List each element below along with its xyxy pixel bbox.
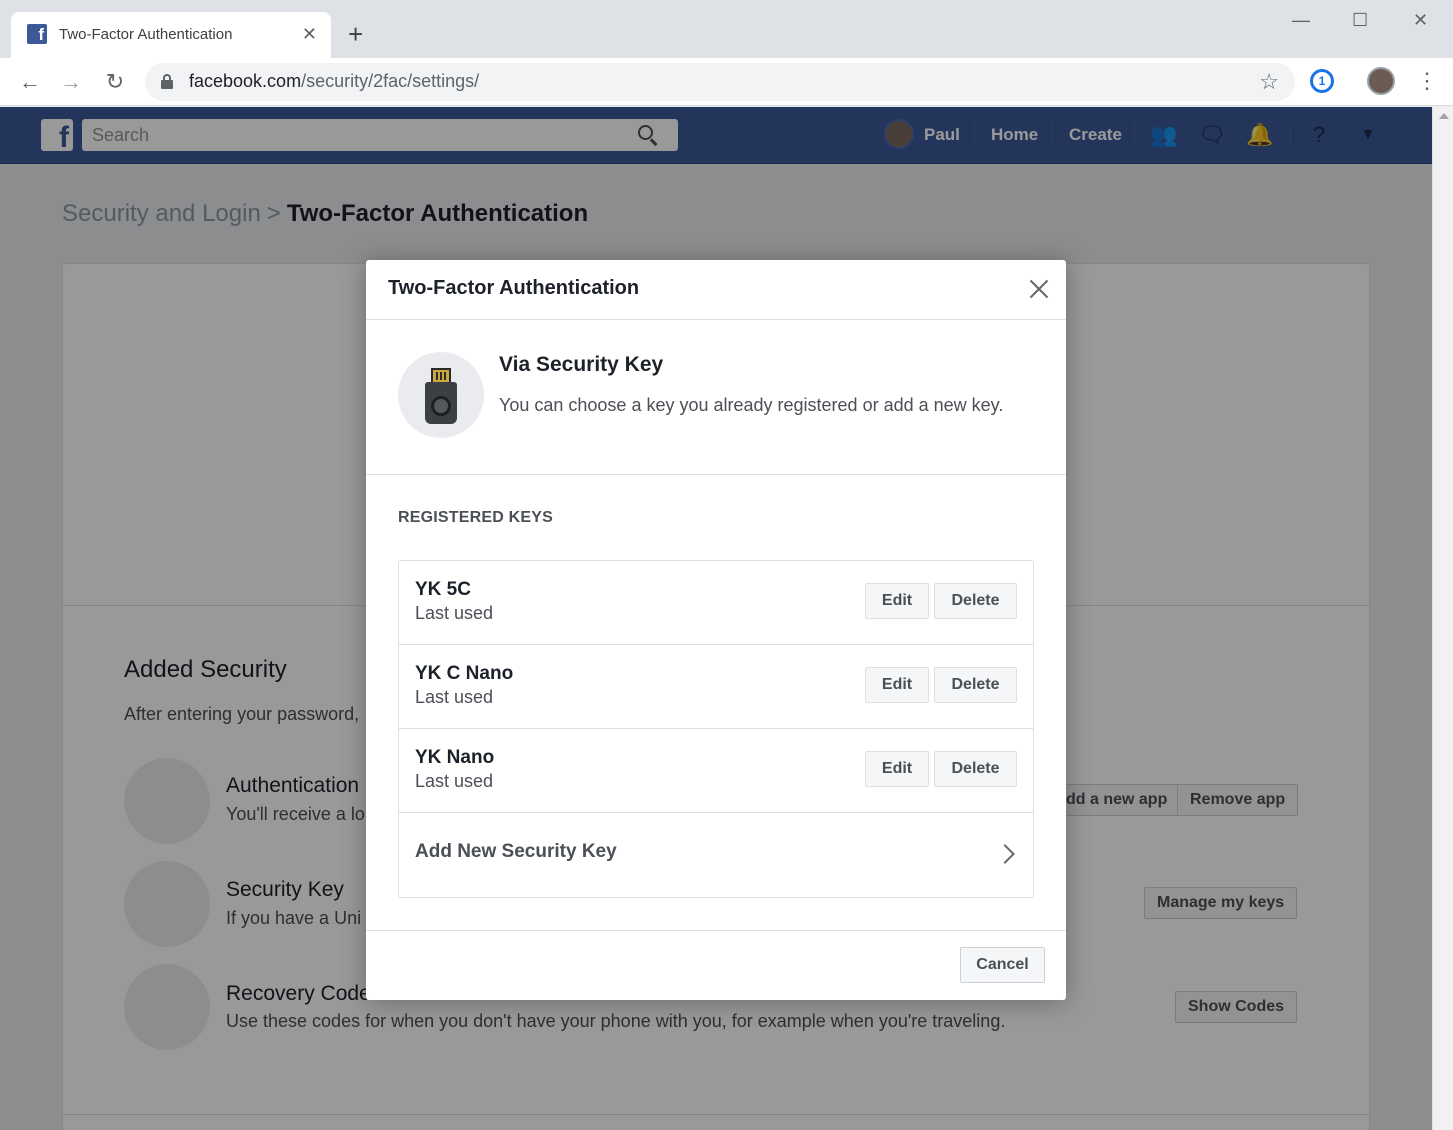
- edit-key-button[interactable]: Edit: [865, 667, 929, 703]
- delete-key-button[interactable]: Delete: [934, 751, 1017, 787]
- window-close-button[interactable]: ✕: [1413, 10, 1428, 31]
- cancel-button[interactable]: Cancel: [960, 947, 1045, 983]
- profile-avatar[interactable]: [1367, 67, 1395, 95]
- key-last-used: Last used: [415, 771, 494, 791]
- bookmark-star-icon[interactable]: ☆: [1259, 69, 1279, 95]
- browser-tab[interactable]: f Two-Factor Authentication ✕: [11, 12, 331, 58]
- password-manager-extension-icon[interactable]: 1: [1310, 69, 1334, 93]
- back-arrow-icon[interactable]: ←: [16, 68, 44, 96]
- registered-keys-label: REGISTERED KEYS: [398, 509, 554, 526]
- key-last-used: Last used: [415, 687, 494, 707]
- list-item: YK 5C Last used Edit Delete: [399, 561, 1033, 645]
- tab-title: Two-Factor Authentication: [59, 26, 233, 43]
- browser-menu-icon[interactable]: ⋮: [1416, 68, 1438, 94]
- list-item: YK C Nano Last used Edit Delete: [399, 645, 1033, 729]
- edit-key-button[interactable]: Edit: [865, 751, 929, 787]
- forward-arrow-icon[interactable]: →: [57, 68, 85, 96]
- window-maximize-button[interactable]: ☐: [1352, 10, 1368, 31]
- dialog-divider: [366, 474, 1066, 475]
- tab-close-icon[interactable]: ✕: [302, 24, 317, 44]
- key-name: YK 5C: [415, 579, 471, 600]
- chevron-right-icon: [995, 844, 1015, 864]
- key-name: YK C Nano: [415, 663, 514, 684]
- facebook-favicon-icon: f: [27, 24, 47, 44]
- page-scrollbar[interactable]: [1432, 107, 1453, 1130]
- delete-key-button[interactable]: Delete: [934, 583, 1017, 619]
- list-item: YK Nano Last used Edit Delete: [399, 729, 1033, 813]
- edit-key-button[interactable]: Edit: [865, 583, 929, 619]
- dialog-header: Two-Factor Authentication: [366, 260, 1066, 320]
- via-security-key-description: You can choose a key you already registe…: [499, 395, 1004, 415]
- browser-toolbar: ← → ↻ facebook.com/security/2fac/setting…: [0, 58, 1453, 106]
- browser-tab-strip: f Two-Factor Authentication ✕ + — ☐ ✕: [0, 0, 1453, 58]
- security-key-icon: [398, 352, 484, 438]
- key-name: YK Nano: [415, 747, 495, 768]
- add-security-key-label: Add New Security Key: [415, 841, 617, 862]
- delete-key-button[interactable]: Delete: [934, 667, 1017, 703]
- window-minimize-button[interactable]: —: [1292, 10, 1310, 31]
- close-icon[interactable]: [1028, 278, 1050, 300]
- key-last-used: Last used: [415, 603, 494, 623]
- via-security-key-heading: Via Security Key: [499, 353, 664, 376]
- scroll-up-arrow-icon[interactable]: [1439, 113, 1449, 119]
- url-text: facebook.com/security/2fac/settings/: [189, 71, 480, 91]
- dialog-title: Two-Factor Authentication: [388, 277, 640, 299]
- address-bar[interactable]: facebook.com/security/2fac/settings/ ☆: [145, 63, 1295, 101]
- dialog-footer-divider: [366, 930, 1066, 931]
- two-factor-dialog: Two-Factor Authentication Via Security K…: [366, 260, 1066, 1000]
- registered-keys-list: YK 5C Last used Edit Delete YK C Nano La…: [398, 560, 1034, 898]
- reload-icon[interactable]: ↻: [101, 68, 129, 96]
- new-tab-button[interactable]: +: [348, 20, 363, 48]
- lock-icon: [161, 74, 173, 89]
- add-security-key-row[interactable]: Add New Security Key: [399, 813, 1033, 897]
